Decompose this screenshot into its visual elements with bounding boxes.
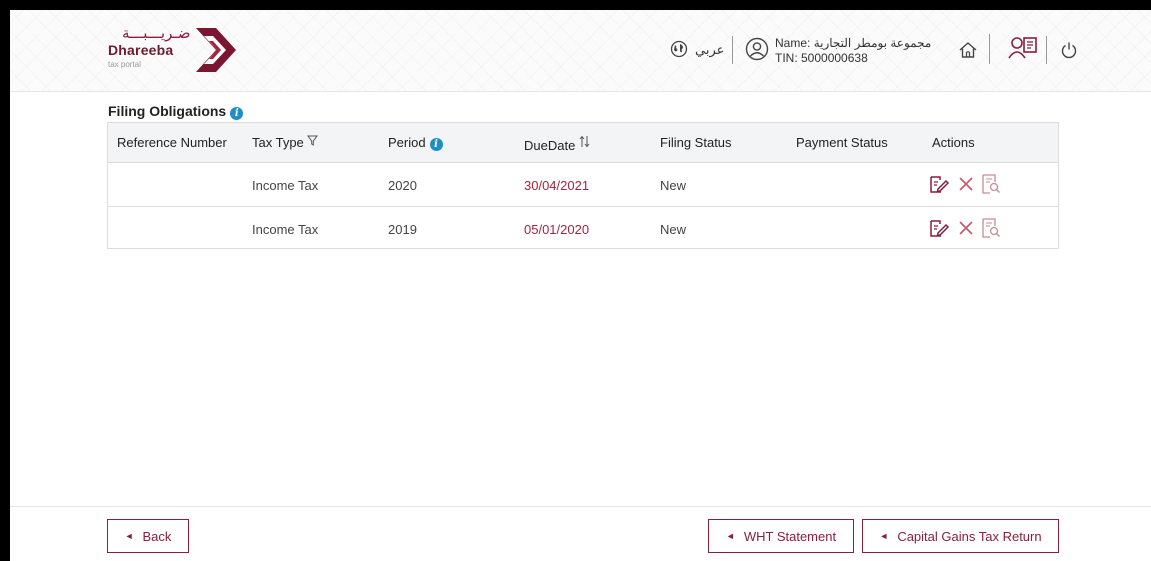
col-payment-status: Payment Status	[796, 135, 888, 150]
cell-due-date: 30/04/2021	[524, 178, 590, 193]
wht-statement-label: WHT Statement	[743, 528, 837, 544]
info-icon[interactable]: i	[429, 138, 443, 151]
logo-name-text: Dhareeba	[108, 42, 174, 58]
user-icon[interactable]	[745, 37, 769, 61]
col-due-date-label: DueDate	[524, 138, 576, 153]
cell-period: 2019	[388, 222, 417, 237]
info-icon[interactable]: i	[230, 107, 244, 120]
close-icon[interactable]	[958, 176, 974, 192]
logo-sub-text: tax portal	[108, 60, 141, 69]
header-divider	[989, 34, 990, 64]
globe-icon[interactable]	[670, 40, 688, 58]
col-period: Period i	[388, 135, 443, 151]
close-icon[interactable]	[958, 220, 974, 236]
header-divider	[1046, 36, 1047, 64]
user-name: Name: مجموعة بومطر التجارية	[775, 36, 932, 50]
cell-filing-status: New	[660, 178, 687, 193]
triangle-left-icon: ◄	[725, 531, 735, 541]
header-divider	[732, 36, 733, 64]
user-tin: TIN: 5000000638	[775, 51, 868, 65]
col-reference-number: Reference Number	[117, 135, 227, 150]
filing-obligations-table: Reference Number Tax Type Period i DueDat…	[107, 122, 1059, 249]
power-icon[interactable]	[1060, 41, 1078, 59]
view-document-icon[interactable]	[981, 217, 1001, 239]
edit-file-icon[interactable]	[928, 217, 950, 239]
cell-tax-type: Income Tax	[252, 222, 319, 237]
logo-mark-icon	[196, 28, 236, 72]
cell-due-date: 05/01/2020	[524, 222, 590, 237]
page-title-text: Filing Obligations	[108, 103, 227, 119]
cell-filing-status: New	[660, 222, 687, 237]
col-tax-type-label: Tax Type	[252, 135, 304, 150]
home-icon[interactable]	[958, 40, 978, 60]
view-document-icon[interactable]	[981, 173, 1001, 195]
capital-gains-label: Capital Gains Tax Return	[897, 528, 1042, 544]
col-tax-type[interactable]: Tax Type	[252, 135, 319, 150]
edit-file-icon[interactable]	[928, 173, 950, 195]
footer-bar: ◄ Back ◄ WHT Statement ◄ Capital Gains Tax …	[10, 506, 1151, 561]
wht-statement-button[interactable]: ◄ WHT Statement	[708, 519, 854, 553]
book-user-icon[interactable]	[1007, 34, 1039, 64]
col-period-label: Period	[388, 135, 426, 150]
cell-tax-type: Income Tax	[252, 178, 319, 193]
back-button[interactable]: ◄ Back	[107, 519, 189, 553]
app-frame: ضـريـــبـــة Dhareeba tax portal عربي Na…	[10, 10, 1151, 561]
filter-icon[interactable]	[307, 135, 319, 146]
col-filing-status: Filing Status	[660, 135, 732, 150]
dhareeba-logo[interactable]: ضـريـــبـــة Dhareeba tax portal	[108, 24, 248, 74]
table-row: Income Tax 2020 30/04/2021 New	[108, 164, 1058, 207]
top-header: ضـريـــبـــة Dhareeba tax portal عربي Na…	[10, 10, 1151, 92]
capital-gains-tax-return-button[interactable]: ◄ Capital Gains Tax Return	[862, 519, 1059, 553]
col-actions: Actions	[932, 135, 975, 150]
triangle-left-icon: ◄	[879, 531, 889, 541]
language-toggle[interactable]: عربي	[695, 43, 724, 58]
triangle-left-icon: ◄	[124, 531, 134, 541]
logo-arabic-text: ضـريـــبـــة	[122, 24, 191, 42]
cell-period: 2020	[388, 178, 417, 193]
back-button-label: Back	[142, 528, 172, 544]
col-due-date[interactable]: DueDate	[524, 135, 590, 153]
table-row: Income Tax 2019 05/01/2020 New	[108, 208, 1058, 251]
page-title: Filing Obligations i	[108, 103, 244, 120]
table-header-row: Reference Number Tax Type Period i DueDat…	[108, 123, 1058, 163]
sort-icon[interactable]	[579, 135, 590, 148]
